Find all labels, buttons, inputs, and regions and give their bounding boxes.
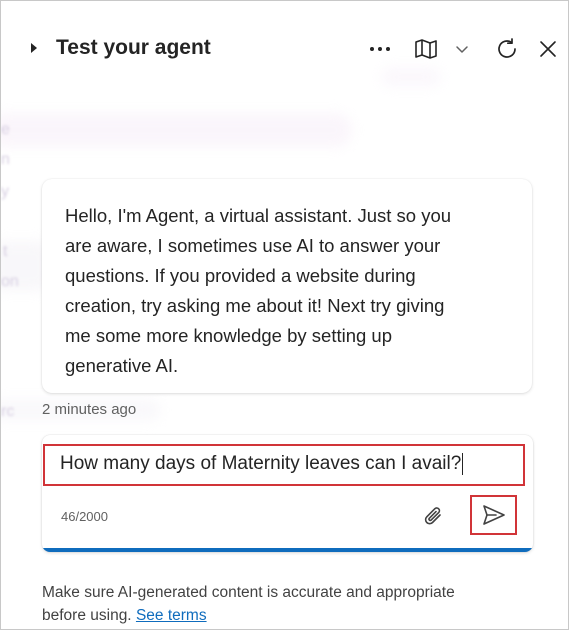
character-count: 46/2000 (61, 509, 108, 524)
input-focus-underline (42, 548, 533, 552)
ai-disclaimer: Make sure AI-generated content is accura… (42, 581, 542, 627)
caret-right-icon[interactable] (31, 43, 37, 53)
chevron-down-icon (456, 46, 468, 53)
more-horizontal-icon (370, 47, 374, 51)
disclaimer-line: Make sure AI-generated content is accura… (42, 584, 455, 601)
refresh-button[interactable] (491, 33, 523, 65)
background-text-fragment: rc (1, 403, 15, 420)
refresh-icon (498, 38, 516, 58)
map-icon (415, 39, 437, 59)
disclaimer-line-2: before using. See terms (42, 604, 542, 627)
map-dropdown-button[interactable] (453, 33, 471, 65)
bot-message-line: me some more knowledge by setting up (65, 325, 393, 346)
attach-button[interactable] (420, 503, 448, 531)
close-button[interactable] (534, 33, 562, 65)
background-text-fragment: n (1, 151, 10, 168)
send-button[interactable] (479, 501, 509, 529)
see-terms-link[interactable]: See terms (136, 607, 207, 624)
bot-message-text: Hello, I'm Agent, a virtual assistant. J… (65, 201, 510, 381)
background-text-fragment: on (1, 273, 19, 290)
more-horizontal-icon-dot (378, 47, 382, 51)
bot-message-line: generative AI. (65, 355, 179, 376)
map-button[interactable] (411, 33, 441, 65)
message-timestamp: 2 minutes ago (42, 401, 137, 418)
background-text-fragment: y (1, 183, 9, 200)
disclaimer-text: before using. (42, 607, 132, 624)
message-input[interactable]: How many days of Maternity leaves can I … (60, 445, 510, 483)
bot-message-line: Hello, I'm Agent, a virtual assistant. J… (65, 205, 452, 226)
close-icon (540, 41, 556, 57)
text-cursor (462, 453, 464, 475)
background-text-fragment: e (1, 121, 10, 138)
panel-header: Test your agent (1, 21, 568, 77)
test-agent-panel: e n y t on rc Test your agent Hello, I'm… (0, 0, 569, 630)
more-options-button[interactable] (365, 33, 395, 65)
bot-message-line: are aware, I sometimes use AI to answer … (65, 235, 441, 256)
background-blur (1, 113, 351, 147)
bot-message-bubble: Hello, I'm Agent, a virtual assistant. J… (42, 179, 532, 393)
message-composer: How many days of Maternity leaves can I … (42, 435, 533, 552)
background-text-fragment: t (3, 243, 8, 260)
more-horizontal-icon-dot (386, 47, 390, 51)
message-input-value: How many days of Maternity leaves can I … (60, 453, 462, 474)
send-icon (483, 505, 505, 525)
bot-message-line: questions. If you provided a website dur… (65, 265, 416, 286)
panel-title: Test your agent (56, 36, 211, 59)
bot-message-line: creation, try asking me about it! Next t… (65, 295, 445, 316)
paperclip-icon (424, 507, 441, 525)
